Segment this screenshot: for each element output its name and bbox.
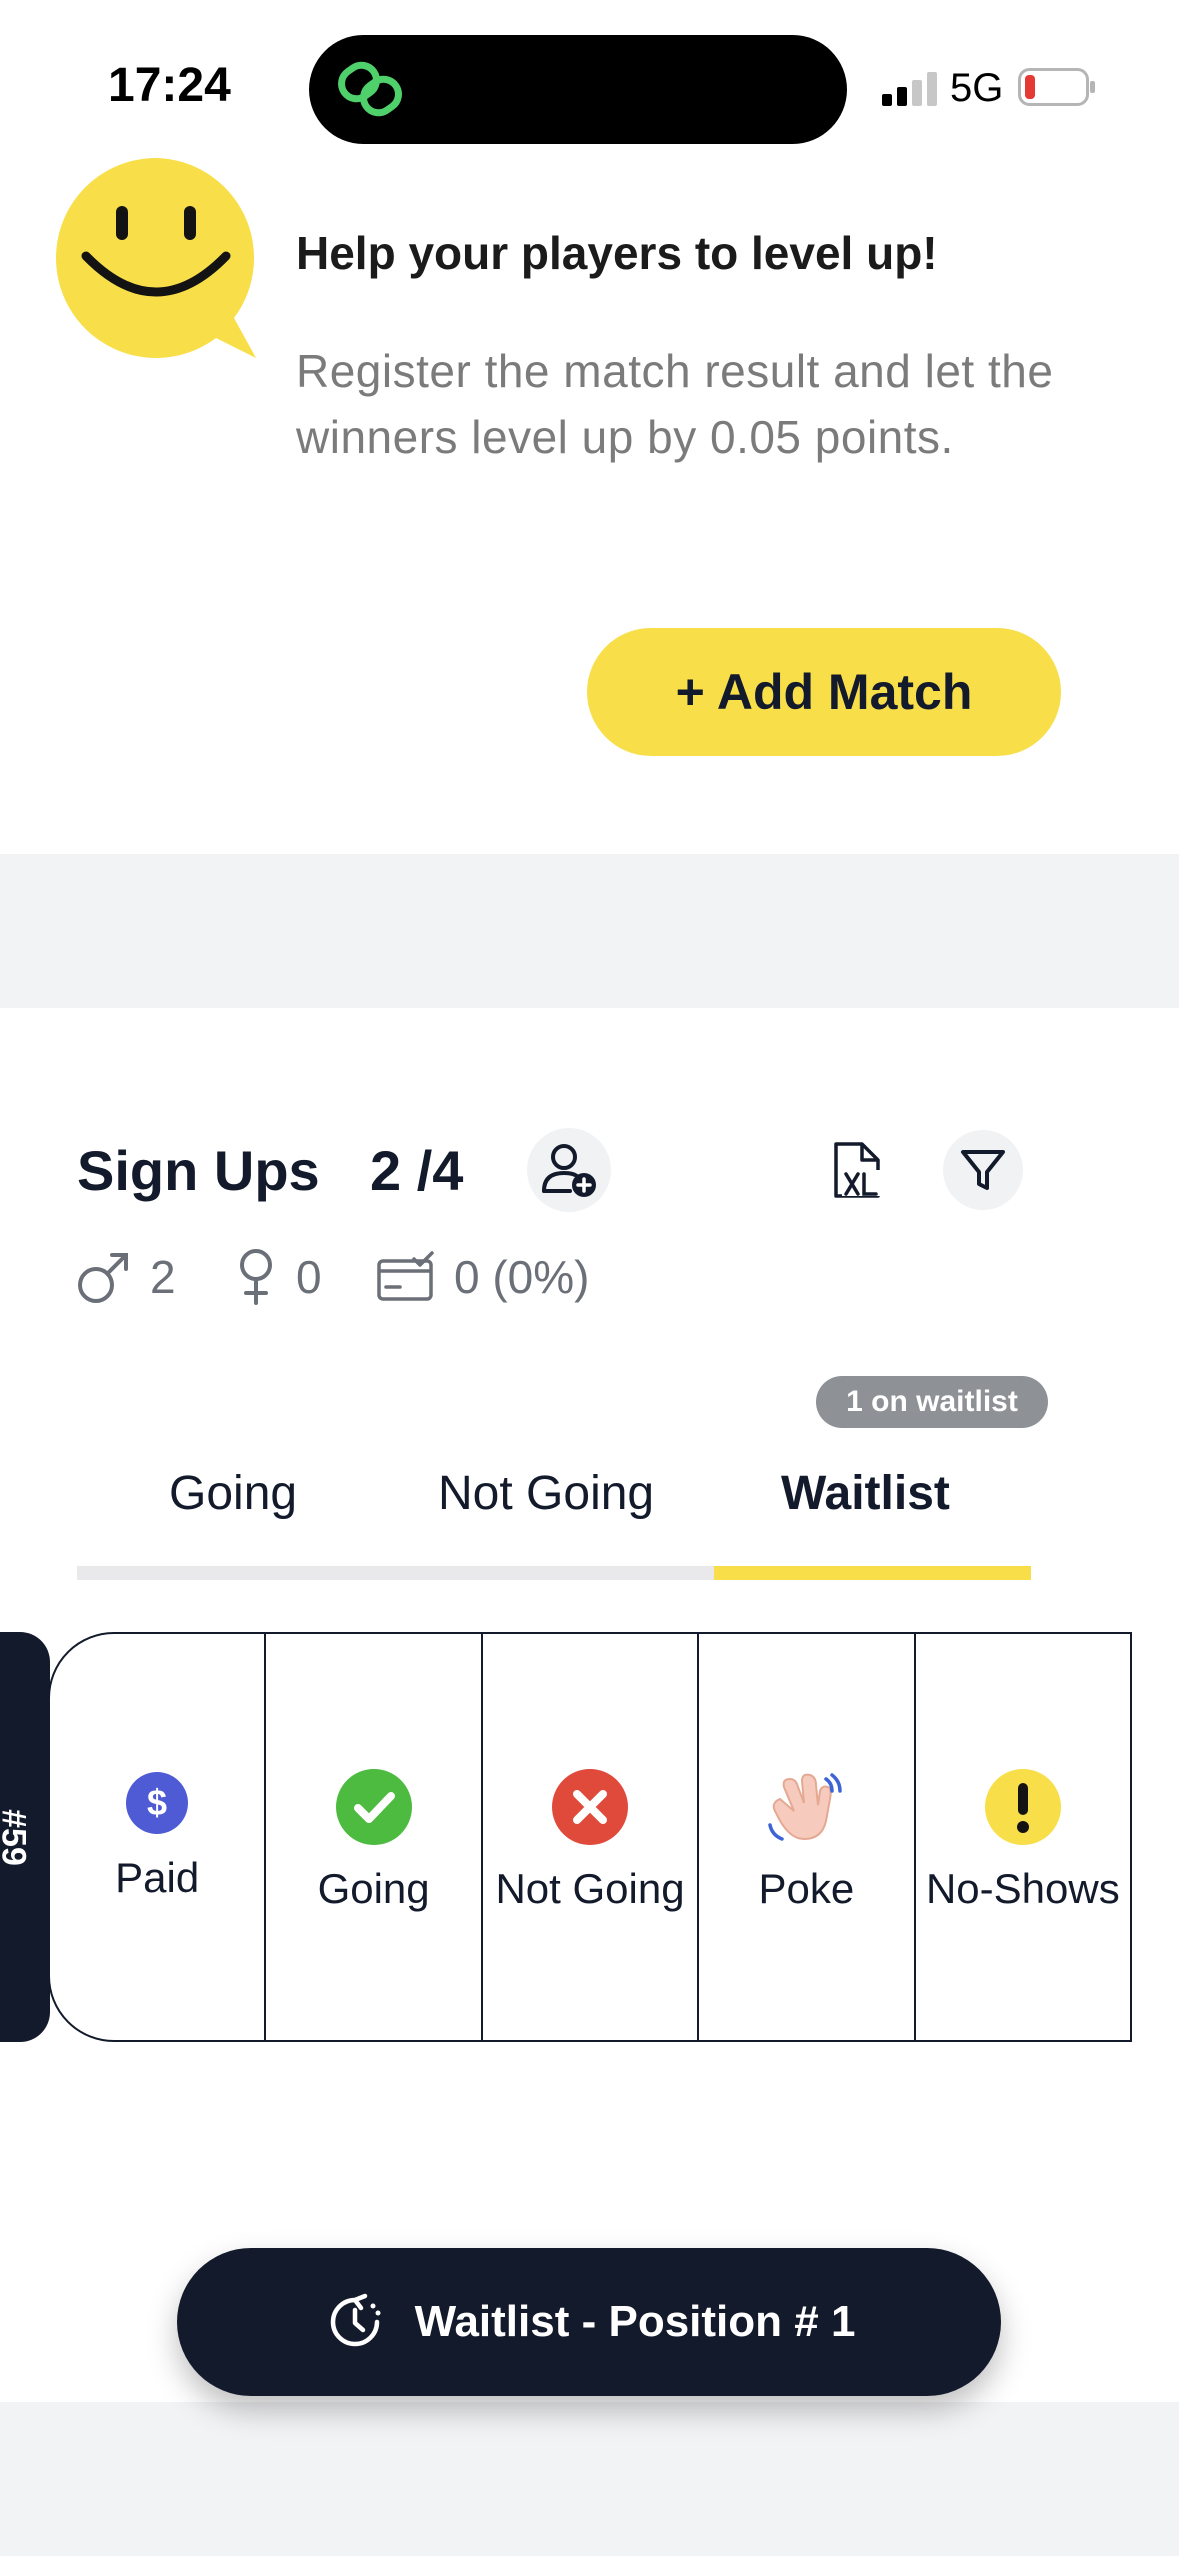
tab-not-going[interactable]: Not Going (438, 1466, 654, 1521)
signups-count: 2 /4 (370, 1139, 464, 1202)
filter-button[interactable] (943, 1130, 1023, 1210)
dynamic-island (309, 35, 847, 144)
exclamation-icon (984, 1769, 1061, 1845)
signal-icon (882, 72, 937, 106)
waitlist-position-button[interactable]: Waitlist - Position # 1 (177, 2248, 1001, 2396)
svg-text:$: $ (147, 1782, 167, 1823)
check-icon (335, 1769, 412, 1845)
player-actions: $ Paid Going Not Going Poke No-Shows (48, 1632, 1132, 2042)
male-count: 2 (150, 1251, 176, 1303)
section-divider (0, 854, 1179, 1008)
female-count: 0 (296, 1251, 322, 1303)
bottom-gray-band (0, 2402, 1179, 2556)
battery-icon (1018, 68, 1095, 106)
excel-file-icon (834, 1142, 886, 1198)
network-label: 5G (950, 66, 1004, 110)
paid-count: 0 (0%) (454, 1251, 590, 1303)
player-rank: #59 (0, 1809, 33, 1866)
action-label: Poke (758, 1865, 855, 1912)
dollar-icon: $ (126, 1772, 189, 1834)
action-label: Paid (115, 1854, 200, 1901)
paid-stat: 0 (0%) (376, 1246, 589, 1308)
action-poke[interactable]: Poke (697, 1634, 913, 2040)
add-user-icon (542, 1144, 596, 1197)
add-player-button[interactable] (527, 1128, 611, 1212)
status-time: 17:24 (108, 59, 231, 112)
male-icon (78, 1253, 128, 1303)
smiley-icon (56, 158, 256, 358)
action-not-going[interactable]: Not Going (480, 1634, 697, 2040)
action-label: No-Shows (925, 1865, 1120, 1912)
female-icon (240, 1249, 272, 1305)
link-icon (338, 61, 402, 117)
action-label: Going (317, 1865, 430, 1912)
history-clock-icon (330, 2293, 381, 2347)
tab-active-indicator (714, 1566, 1031, 1580)
action-no-shows[interactable]: No-Shows (913, 1634, 1130, 2040)
add-match-button[interactable]: + Add Match (587, 628, 1061, 756)
waitlist-count-badge: 1 on waitlist (816, 1376, 1048, 1428)
action-going[interactable]: Going (264, 1634, 480, 2040)
tab-waitlist[interactable]: Waitlist (781, 1466, 950, 1521)
promo-text: Register the match result and let the wi… (296, 345, 1054, 463)
female-stat: 0 (234, 1246, 322, 1308)
tab-going[interactable]: Going (169, 1466, 297, 1521)
export-xl-button[interactable] (820, 1128, 896, 1212)
wave-hand-icon (768, 1773, 843, 1841)
close-icon (552, 1769, 629, 1845)
signups-title: Sign Ups (77, 1139, 320, 1202)
wallet-check-icon (377, 1251, 434, 1301)
action-paid[interactable]: $ Paid (50, 1634, 264, 2040)
male-stat: 2 (76, 1246, 176, 1308)
action-label: Not Going (495, 1865, 685, 1912)
waitlist-position-label: Waitlist - Position # 1 (414, 2297, 856, 2346)
filter-icon (961, 1150, 1005, 1190)
promo-title: Help your players to level up! (296, 227, 938, 279)
